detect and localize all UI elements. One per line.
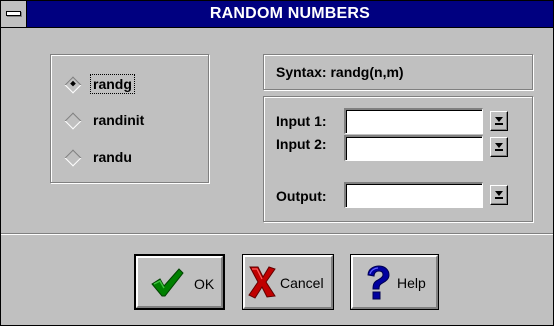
radio-label-randg: randg: [90, 74, 135, 94]
input1-label: Input 1:: [276, 113, 327, 129]
syntax-text: Syntax: randg(n,m): [276, 64, 404, 80]
system-menu-icon: [6, 11, 21, 16]
syntax-panel: Syntax: randg(n,m): [263, 54, 533, 90]
cancel-label: Cancel: [280, 275, 324, 291]
system-menu-button[interactable]: [1, 1, 27, 27]
down-arrow-icon: [495, 143, 503, 151]
help-button[interactable]: Help: [350, 254, 439, 310]
x-icon: [248, 266, 276, 299]
output-field[interactable]: [344, 182, 483, 208]
separator: [1, 233, 553, 235]
ok-button[interactable]: OK: [134, 254, 225, 310]
radio-selected-icon: [64, 76, 82, 94]
radio-unselected-icon: [64, 112, 82, 130]
output-dropdown-button[interactable]: [490, 185, 508, 205]
down-arrow-icon: [495, 191, 503, 199]
input2-label: Input 2:: [276, 136, 327, 152]
function-radio-group: randg randinit randu: [50, 54, 209, 183]
input1-field[interactable]: [344, 108, 483, 134]
input2-field[interactable]: [344, 135, 483, 161]
question-icon: [367, 265, 390, 300]
check-icon: [151, 268, 184, 297]
output-label: Output:: [276, 188, 327, 204]
radio-randinit[interactable]: randinit: [64, 111, 195, 131]
radio-label-randu: randu: [93, 149, 132, 165]
help-label: Help: [397, 275, 426, 291]
dialog-window: RANDOM NUMBERS randg randinit randu Synt…: [0, 0, 554, 326]
window-title: RANDOM NUMBERS: [209, 5, 371, 22]
io-panel: Input 1: Input 2: Output:: [263, 96, 533, 222]
radio-randg[interactable]: randg: [64, 74, 195, 95]
cancel-button[interactable]: Cancel: [242, 254, 334, 310]
input1-dropdown-button[interactable]: [490, 111, 508, 131]
down-arrow-icon: [495, 117, 503, 125]
radio-unselected-icon: [64, 149, 82, 167]
ok-label: OK: [194, 276, 215, 292]
title-bar: RANDOM NUMBERS: [1, 1, 553, 28]
radio-label-randinit: randinit: [93, 112, 145, 128]
radio-randu[interactable]: randu: [64, 148, 195, 168]
input2-dropdown-button[interactable]: [490, 137, 508, 157]
